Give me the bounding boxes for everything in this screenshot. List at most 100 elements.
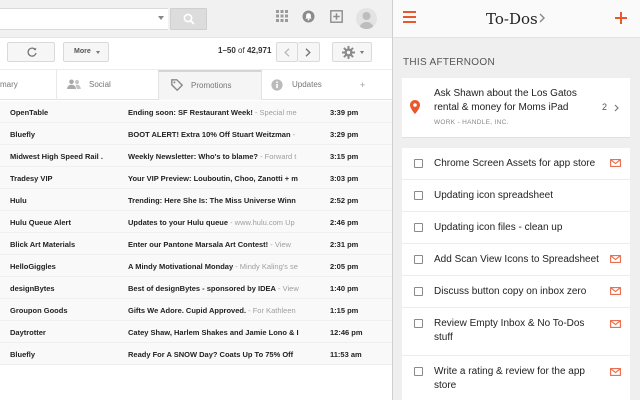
email-subject: A Mindy Motivational Monday	[128, 262, 234, 271]
todos-title[interactable]: To-Dos	[486, 10, 538, 28]
mail-icon[interactable]	[610, 287, 621, 295]
todo-item[interactable]: Review Empty Inbox & No To-Dos stuff	[402, 308, 630, 356]
todo-item[interactable]: Updating icon files - clean up	[402, 212, 630, 244]
mail-icon[interactable]	[610, 255, 621, 263]
paging-total: 42,971	[246, 46, 272, 55]
email-row[interactable]: Hulu Queue Alert Updates to your Hulu que…	[0, 211, 393, 233]
share-plus-icon[interactable]	[330, 10, 343, 23]
todo-item[interactable]: Add Scan View Icons to Spreadsheet	[402, 244, 630, 276]
email-snippet: - www.hulu.com Up	[228, 218, 295, 227]
settings-button[interactable]	[332, 42, 372, 62]
email-subject: Weekly Newsletter: Who's to blame?	[128, 152, 259, 161]
newer-page-button[interactable]	[276, 42, 298, 62]
mail-icon[interactable]	[610, 368, 621, 376]
todo-item[interactable]: Chrome Screen Assets for app store	[402, 148, 630, 180]
refresh-icon	[27, 47, 37, 57]
email-time: 1:15 pm	[330, 306, 359, 315]
email-snippet: - View	[268, 240, 291, 249]
email-row[interactable]: designBytes Best of designBytes - sponsor…	[0, 277, 393, 299]
avatar[interactable]	[356, 8, 377, 29]
chevron-right-icon[interactable]	[539, 13, 545, 23]
email-sender: Hulu	[10, 196, 27, 205]
chevron-right-icon	[305, 48, 311, 57]
todo-item[interactable]: Write a rating & review for the app stor…	[402, 356, 630, 400]
email-time: 2:46 pm	[330, 218, 359, 227]
email-subject: Ready For A SNOW Day? Coats Up To 75% Of…	[128, 350, 294, 359]
email-subject: Your VIP Preview: Louboutin, Choo, Zanot…	[128, 174, 298, 183]
add-tab-button[interactable]: +	[360, 70, 372, 100]
todo-checkbox[interactable]	[414, 159, 423, 168]
todo-text: Add Scan View Icons to Spreadsheet	[434, 254, 599, 265]
email-row[interactable]: Groupon Goods Gifts We Adore. Cupid Appro…	[0, 299, 393, 321]
tab-social[interactable]: Social	[56, 70, 158, 100]
refresh-button[interactable]	[7, 42, 55, 62]
todo-card-featured[interactable]: Ask Shawn about the Los Gatos rental & m…	[402, 78, 630, 138]
email-list: OpenTable Ending soon: SF Restaurant Week…	[0, 101, 393, 365]
paging-of: of	[238, 46, 245, 55]
todo-item[interactable]: Discuss button copy on inbox zero	[402, 276, 630, 308]
email-sender: Tradesy VIP	[10, 174, 53, 183]
email-row[interactable]: Daytrotter Catey Shaw, Harlem Shakes and …	[0, 321, 393, 343]
chevron-right-icon[interactable]	[614, 104, 619, 112]
tab-primary[interactable]: mary	[0, 70, 56, 100]
email-subject-line: Gifts We Adore. Cupid Approved. - For Ka…	[128, 306, 310, 315]
email-row[interactable]: Hulu Trending: Here She Is: The Miss Univ…	[0, 189, 393, 211]
email-subject-line: Ready For A SNOW Day? Coats Up To 75% Of…	[128, 350, 310, 359]
tab-social-label: Social	[89, 80, 111, 89]
apps-grid-icon[interactable]	[276, 10, 288, 22]
email-sender: OpenTable	[10, 108, 49, 117]
mail-icon[interactable]	[610, 320, 621, 328]
todo-checkbox[interactable]	[414, 287, 423, 296]
todo-checkbox[interactable]	[414, 319, 423, 328]
menu-icon[interactable]	[403, 11, 416, 23]
email-sender: Blick Art Materials	[10, 240, 76, 249]
featured-todo-meta: WORK - HANDLE, INC.	[434, 119, 509, 126]
info-icon	[271, 79, 283, 91]
todo-checkbox[interactable]	[414, 191, 423, 200]
email-time: 11:53 am	[330, 350, 362, 359]
older-page-button[interactable]	[298, 42, 320, 62]
email-subject-line: Updates to your Hulu queue - www.hulu.co…	[128, 218, 310, 227]
category-tabs: mary Social Promotions Updates +	[0, 70, 393, 100]
search-icon	[183, 13, 195, 25]
tab-promotions[interactable]: Promotions	[158, 70, 262, 100]
add-todo-icon[interactable]	[615, 12, 627, 24]
email-row[interactable]: OpenTable Ending soon: SF Restaurant Week…	[0, 101, 393, 123]
email-snippet: - For Kathleen	[246, 306, 296, 315]
todo-checkbox[interactable]	[414, 255, 423, 264]
email-sender: designBytes	[10, 284, 55, 293]
notifications-icon[interactable]	[302, 10, 315, 23]
email-sender: Bluefly	[10, 350, 36, 359]
todo-item[interactable]: Updating icon spreadsheet	[402, 180, 630, 212]
tag-icon	[171, 79, 183, 91]
mail-icon[interactable]	[610, 159, 621, 167]
featured-todo-text: Ask Shawn about the Los Gatos rental & m…	[434, 88, 577, 113]
email-row[interactable]: Midwest High Speed Rail . Weekly Newslett…	[0, 145, 393, 167]
location-pin-icon	[410, 100, 420, 114]
email-row[interactable]: Bluefly BOOT ALERT! Extra 10% Off Stuart …	[0, 123, 393, 145]
email-row[interactable]: Tradesy VIP Your VIP Preview: Louboutin, …	[0, 167, 393, 189]
tab-promotions-label: Promotions	[191, 81, 232, 90]
email-snippet: - Forward t	[258, 152, 297, 161]
email-time: 3:03 pm	[330, 174, 359, 183]
section-label: THIS AFTERNOON	[403, 57, 495, 68]
email-time: 3:15 pm	[330, 152, 359, 161]
search-options-caret[interactable]	[158, 16, 164, 20]
email-row[interactable]: HelloGiggles A Mindy Motivational Monday …	[0, 255, 393, 277]
email-subject: BOOT ALERT! Extra 10% Off Stuart Weitzma…	[128, 130, 291, 139]
tab-updates[interactable]: Updates	[262, 70, 366, 100]
tab-primary-label: mary	[0, 80, 18, 89]
search-button[interactable]	[170, 8, 207, 30]
todo-text: Write a rating & review for the app stor…	[434, 366, 585, 391]
todo-checkbox[interactable]	[414, 223, 423, 232]
todo-text: Review Empty Inbox & No To-Dos stuff	[434, 318, 585, 343]
todo-text: Chrome Screen Assets for app store	[434, 158, 596, 169]
email-snippet: - Special me	[252, 108, 297, 117]
search-input[interactable]	[0, 8, 168, 30]
email-row[interactable]: Bluefly Ready For A SNOW Day? Coats Up To…	[0, 343, 393, 365]
email-row[interactable]: Blick Art Materials Enter our Pantone Mar…	[0, 233, 393, 255]
todo-checkbox[interactable]	[414, 367, 423, 376]
email-sender: Groupon Goods	[10, 306, 68, 315]
gmail-window: More 1–50 of 42,971 mary Social Promotio…	[0, 0, 393, 400]
more-button[interactable]: More	[63, 42, 109, 62]
